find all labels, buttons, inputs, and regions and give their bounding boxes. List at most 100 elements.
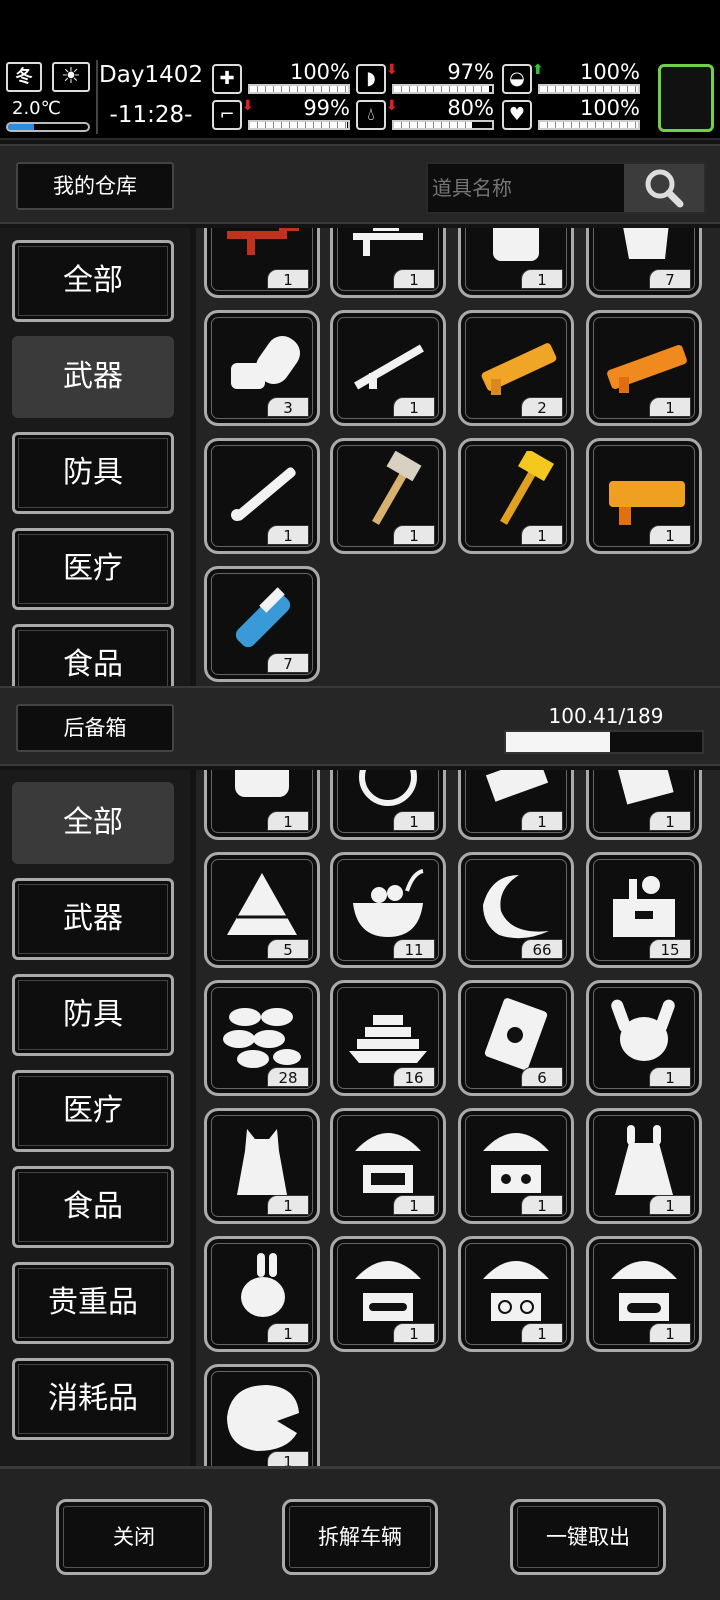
seed-packet-icon [484, 998, 548, 1070]
item-slot[interactable]: 1 [204, 1364, 320, 1466]
item-slot[interactable]: 7 [586, 228, 702, 298]
season-badge: 冬 [6, 62, 42, 92]
shield-plate-icon [623, 228, 669, 259]
item-count-badge: 28 [267, 1067, 309, 1087]
item-slot[interactable]: 1 [204, 770, 320, 840]
search-box [426, 162, 706, 214]
item-count-badge: 1 [393, 1323, 435, 1343]
item-slot[interactable]: 1 [330, 770, 446, 840]
warehouse-item-grid: 1117312111117 [196, 228, 720, 686]
airdrop-car-icon [355, 1133, 421, 1193]
armor-vest-icon [493, 228, 539, 261]
stat-health-bar [248, 84, 350, 94]
item-slot[interactable]: 1 [458, 1108, 574, 1224]
item-count-badge: 1 [393, 811, 435, 831]
category-tab[interactable]: 防具 [12, 974, 174, 1056]
warehouse-title: 我的仓库 [16, 162, 174, 210]
item-slot[interactable]: 6 [458, 980, 574, 1096]
close-button[interactable]: 关闭 [56, 1499, 212, 1575]
item-slot[interactable]: 1 [204, 438, 320, 554]
item-count-badge: 6 [521, 1067, 563, 1087]
item-slot[interactable]: 1 [330, 310, 446, 426]
item-slot[interactable]: 1 [586, 1108, 702, 1224]
item-slot[interactable]: 1 [204, 1236, 320, 1352]
sun-icon: ☀ [52, 62, 90, 92]
category-tab[interactable]: 消耗品 [12, 1358, 174, 1440]
war-hammer-icon [372, 451, 422, 525]
search-button[interactable] [624, 164, 704, 212]
category-tab[interactable]: 食品 [12, 624, 174, 686]
item-slot[interactable]: 1 [458, 438, 574, 554]
item-count-badge: 2 [521, 397, 563, 417]
item-slot[interactable]: 28 [204, 980, 320, 1096]
stat-health-value: 100% [289, 60, 350, 84]
item-slot[interactable]: 16 [330, 980, 446, 1096]
item-slot[interactable]: 1 [330, 228, 446, 298]
item-slot[interactable]: 1 [458, 770, 574, 840]
quick-slot[interactable] [658, 64, 714, 132]
category-tab[interactable]: 医疗 [12, 1070, 174, 1152]
item-slot[interactable]: 1 [330, 438, 446, 554]
category-tab[interactable]: 食品 [12, 1166, 174, 1248]
item-slot[interactable]: 11 [330, 852, 446, 968]
stat-thirst-value: 80% [447, 96, 494, 120]
trunk-header: 后备箱 100.41/189 kg [0, 686, 720, 766]
clock-time: -11:28- [109, 102, 193, 128]
stat-stamina-bar [248, 120, 350, 130]
item-slot[interactable]: 1 [586, 980, 702, 1096]
item-slot[interactable]: 1 [586, 438, 702, 554]
dumplings-icon [223, 1008, 301, 1068]
item-count-badge: 16 [393, 1067, 435, 1087]
category-tab[interactable]: 武器 [12, 878, 174, 960]
rocket-launcher-icon [231, 467, 296, 521]
action-bar: 关闭 拆解车辆 一键取出 [0, 1466, 720, 1600]
stat-health: ✚ 100% [212, 60, 350, 98]
category-tab[interactable]: 全部 [12, 240, 174, 322]
item-count-badge: 5 [267, 939, 309, 959]
item-slot[interactable]: 1 [458, 1236, 574, 1352]
item-slot[interactable]: 1 [330, 1236, 446, 1352]
trunk-title: 后备箱 [16, 704, 174, 752]
item-count-badge: 7 [267, 653, 309, 673]
item-slot[interactable]: 5 [204, 852, 320, 968]
warehouse-category-list: 全部武器防具医疗食品 [0, 228, 190, 686]
item-count-badge: 1 [393, 525, 435, 545]
dismantle-vehicle-button[interactable]: 拆解车辆 [282, 1499, 438, 1575]
croissant-icon [483, 875, 549, 939]
item-slot[interactable]: 7 [204, 566, 320, 682]
category-tab[interactable]: 防具 [12, 432, 174, 514]
item-slot[interactable]: 3 [204, 310, 320, 426]
stat-mood-bar [538, 120, 640, 130]
item-slot[interactable]: 1 [586, 770, 702, 840]
item-slot[interactable]: 1 [458, 228, 574, 298]
item-slot[interactable]: 66 [458, 852, 574, 968]
stat-arrow: ⬇ [242, 98, 254, 114]
stat-arrow: ⬇ [386, 62, 398, 78]
category-tab[interactable]: 全部 [12, 782, 174, 864]
item-slot[interactable]: 1 [586, 1236, 702, 1352]
search-icon [645, 169, 684, 208]
stomach-icon: ◗ [356, 64, 386, 94]
trunk-item-grid: 1 1 1 1 5 11 66 15 28 16 6 1 1 1 1 1 1 1 1 1 1 [196, 770, 720, 1466]
item-slot[interactable]: 15 [586, 852, 702, 968]
item-count-badge: 1 [393, 397, 435, 417]
item-count-badge: 1 [267, 269, 309, 289]
warehouse-header: 我的仓库 [0, 144, 720, 224]
item-slot[interactable]: 1 [204, 1108, 320, 1224]
take-all-button[interactable]: 一键取出 [510, 1499, 666, 1575]
item-slot[interactable]: 2 [458, 310, 574, 426]
item-slot[interactable]: 1 [586, 310, 702, 426]
item-count-badge: 3 [267, 397, 309, 417]
category-tab[interactable]: 医疗 [12, 528, 174, 610]
item-slot[interactable]: 1 [330, 1108, 446, 1224]
search-input[interactable] [432, 168, 622, 208]
heart-icon: ♥ [502, 100, 532, 130]
category-tab[interactable]: 武器 [12, 336, 174, 418]
system-status-bar [0, 0, 720, 56]
item-count-badge: 1 [521, 811, 563, 831]
trunk-weight-bar [504, 730, 704, 754]
category-tab[interactable]: 贵重品 [12, 1262, 174, 1344]
item-slot[interactable]: 1 [204, 228, 320, 298]
chainsaw-icon [231, 336, 300, 389]
orange-shotgun-icon [607, 345, 687, 393]
